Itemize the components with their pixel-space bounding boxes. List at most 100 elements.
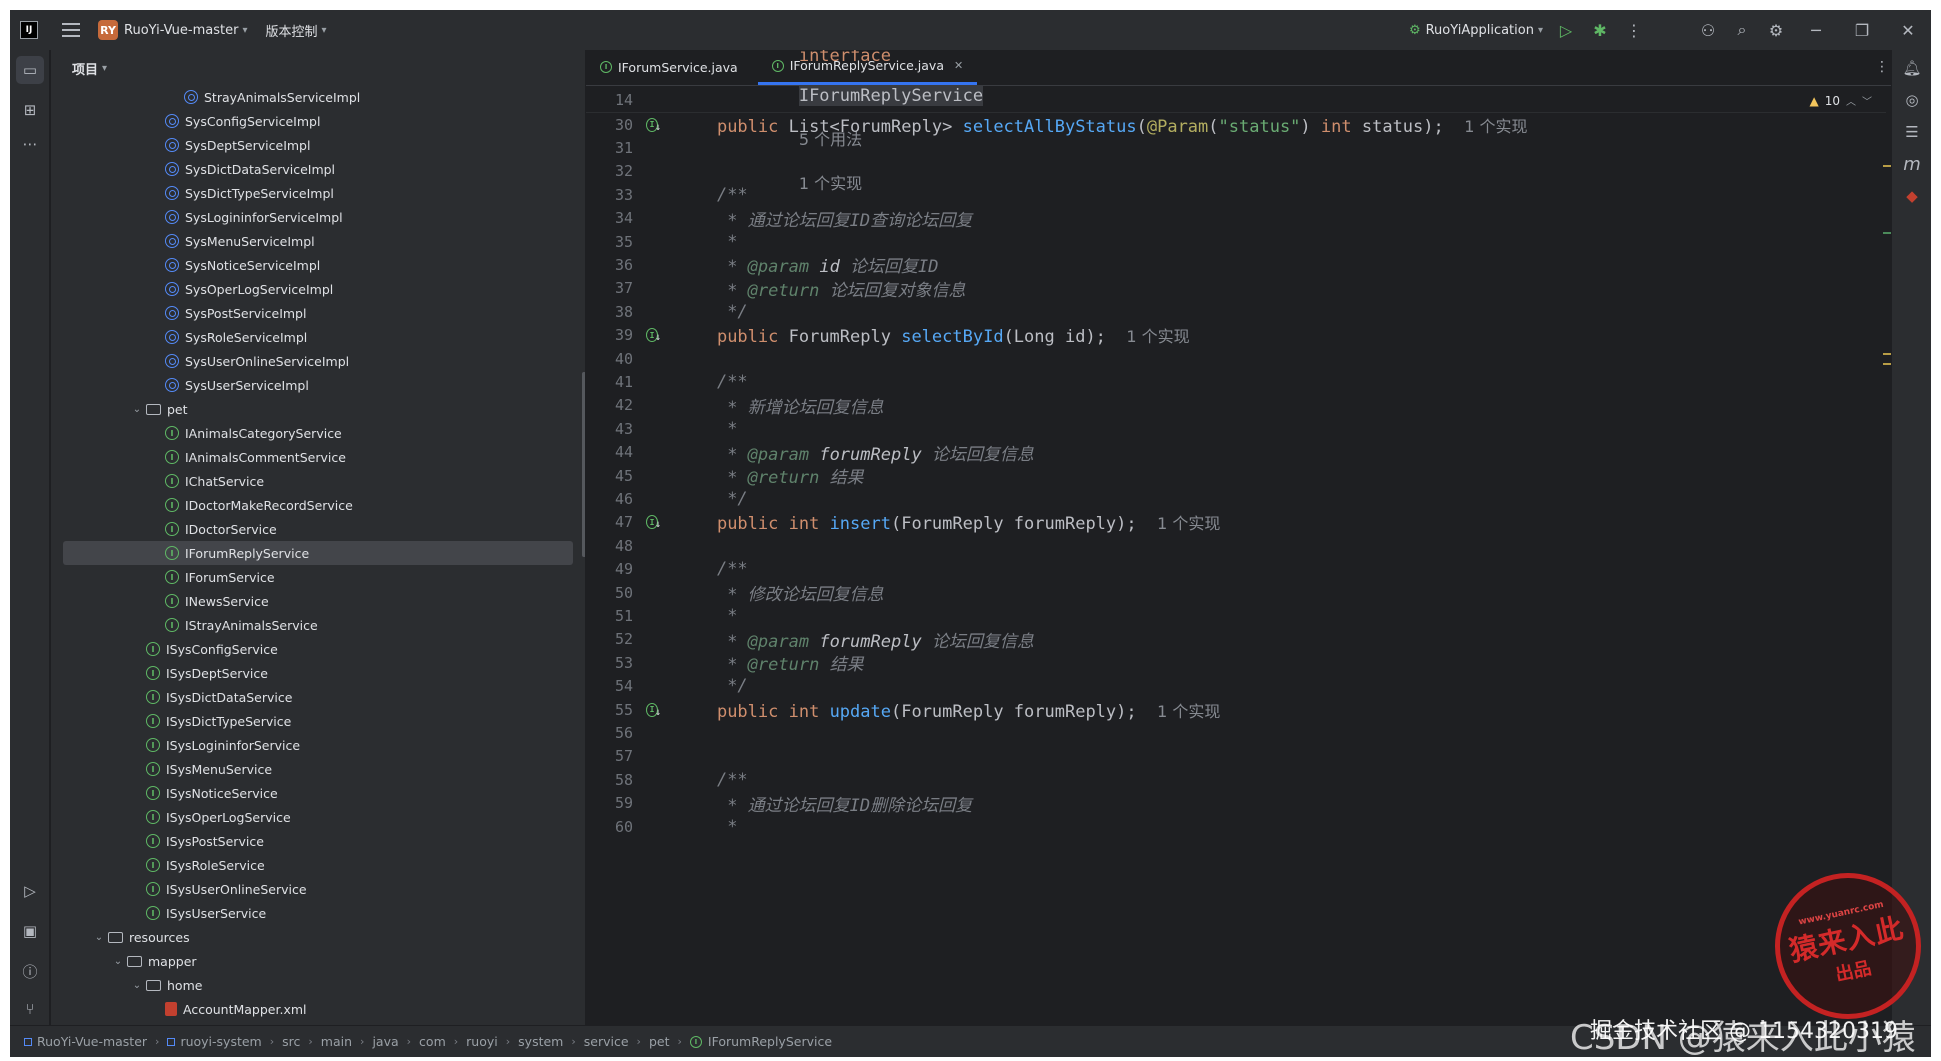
tree-row[interactable]: SysMenuServiceImpl bbox=[51, 229, 585, 253]
maven-icon[interactable]: m bbox=[1900, 152, 1924, 176]
structure-icon[interactable]: ⊞ bbox=[16, 96, 44, 124]
tree-row[interactable]: I ISysUserService bbox=[51, 901, 585, 925]
tree-row[interactable]: AccountMapper.xml bbox=[51, 997, 585, 1021]
folder-icon[interactable]: ▭ bbox=[16, 56, 44, 84]
tree-row[interactable]: ⌄ home bbox=[51, 973, 585, 997]
database-icon[interactable]: ☰ bbox=[1900, 120, 1924, 144]
breadcrumb-item[interactable]: java bbox=[372, 1034, 398, 1049]
implementations-hint[interactable]: 1 个实现 bbox=[1464, 117, 1527, 136]
run-config-selector[interactable]: ⚙ RuoYiApplication ▾ bbox=[1403, 10, 1549, 50]
sticky-header[interactable]: 14 public interface IForumReplyService 5… bbox=[586, 50, 1886, 193]
tree-row[interactable]: I ISysRoleService bbox=[51, 853, 585, 877]
tree-row[interactable]: SysUserServiceImpl bbox=[51, 373, 585, 397]
tree-row[interactable]: I IDoctorService bbox=[51, 517, 585, 541]
tree-row[interactable]: I IAnimalsCommentService bbox=[51, 445, 585, 469]
tree-row[interactable]: I IForumReplyService bbox=[63, 541, 573, 565]
main-menu-icon[interactable] bbox=[62, 23, 80, 37]
code-token: int bbox=[788, 514, 830, 535]
tree-row[interactable]: SysDictTypeServiceImpl bbox=[51, 181, 585, 205]
chevron-up-icon[interactable]: ︿ bbox=[1846, 93, 1856, 108]
chevron-down-icon[interactable]: ⌄ bbox=[92, 932, 106, 943]
run-tool-icon[interactable]: ▷ bbox=[16, 877, 44, 905]
tree-row[interactable]: I ISysOperLogService bbox=[51, 805, 585, 829]
project-switcher[interactable]: RY RuoYi-Vue-master ▾ bbox=[92, 10, 253, 50]
breadcrumb-item[interactable]: src bbox=[282, 1034, 300, 1049]
tree-row[interactable]: I IStrayAnimalsService bbox=[51, 613, 585, 637]
close-icon[interactable]: ✕ bbox=[1885, 10, 1931, 50]
tree-row[interactable]: I ISysLogininforService bbox=[51, 733, 585, 757]
breadcrumb-item[interactable]: service bbox=[584, 1034, 629, 1049]
tree-row[interactable]: SysRoleServiceImpl bbox=[51, 325, 585, 349]
vcs-menu[interactable]: 版本控制 ▾ bbox=[259, 10, 332, 50]
inspection-widget[interactable]: ▲ 10 ︿ ﹀ bbox=[1809, 93, 1872, 109]
chevron-down-icon[interactable]: ﹀ bbox=[1862, 93, 1872, 108]
implementations-hint[interactable]: 1 个实现 bbox=[1126, 327, 1189, 346]
notifications-icon[interactable]: 🔔︎ bbox=[1900, 56, 1924, 80]
project-panel-header[interactable]: 项目 ▾ bbox=[51, 50, 585, 86]
settings-icon[interactable]: ⚙ bbox=[1759, 10, 1793, 50]
tree-row[interactable]: I ISysDictDataService bbox=[51, 685, 585, 709]
tree-row[interactable]: I IForumService bbox=[51, 565, 585, 589]
breadcrumb-item[interactable]: RuoYi-Vue-master bbox=[24, 1034, 147, 1049]
tree-row[interactable]: SysDeptServiceImpl bbox=[51, 133, 585, 157]
tree-row[interactable]: SysConfigServiceImpl bbox=[51, 109, 585, 133]
tree-row[interactable]: I IAnimalsCategoryService bbox=[51, 421, 585, 445]
tree-row[interactable]: I ISysConfigService bbox=[51, 637, 585, 661]
run-icon[interactable]: ▷ bbox=[1549, 10, 1583, 50]
tree-row[interactable]: I ISysNoticeService bbox=[51, 781, 585, 805]
tree-row[interactable]: I ISysMenuService bbox=[51, 757, 585, 781]
breadcrumb-item[interactable]: com bbox=[419, 1034, 446, 1049]
breadcrumb-item[interactable]: system bbox=[518, 1034, 563, 1049]
more-icon[interactable]: ⋯ bbox=[16, 130, 44, 158]
tree-row[interactable]: I ISysPostService bbox=[51, 829, 585, 853]
tree-row[interactable]: I INewsService bbox=[51, 589, 585, 613]
minimize-icon[interactable]: ─ bbox=[1793, 10, 1839, 50]
breadcrumb-item[interactable]: ruoyi-system bbox=[167, 1034, 262, 1049]
git-icon[interactable]: ⑂ bbox=[16, 995, 44, 1023]
tree-row[interactable]: SysDictDataServiceImpl bbox=[51, 157, 585, 181]
intellij-logo-icon[interactable]: IJ bbox=[20, 21, 38, 39]
breadcrumb-item[interactable]: main bbox=[321, 1034, 352, 1049]
tree-row[interactable]: SysOperLogServiceImpl bbox=[51, 277, 585, 301]
breadcrumb-item[interactable]: I IForumReplyService bbox=[689, 1034, 832, 1049]
implemented-gutter-icon[interactable]: I ↓ bbox=[646, 513, 664, 531]
tree-row[interactable]: I ISysDictTypeService bbox=[51, 709, 585, 733]
tree-row[interactable]: SysNoticeServiceImpl bbox=[51, 253, 585, 277]
tree-row[interactable]: ⌄ pet bbox=[51, 397, 585, 421]
line-code: * 修改论坛回复信息 bbox=[676, 580, 883, 605]
chevron-down-icon[interactable]: ⌄ bbox=[130, 404, 144, 415]
implementations-hint[interactable]: 1 个实现 bbox=[1157, 514, 1220, 533]
tree-row[interactable]: I ISysUserOnlineService bbox=[51, 877, 585, 901]
more-icon[interactable]: ⋮ bbox=[1875, 59, 1889, 75]
plugin-icon[interactable]: ◆ bbox=[1900, 184, 1924, 208]
code-area[interactable]: 14 public interface IForumReplyService 5… bbox=[586, 50, 1901, 1025]
tree-row[interactable]: I ISysDeptService bbox=[51, 661, 585, 685]
chevron-down-icon[interactable]: ⌄ bbox=[130, 980, 144, 991]
tree-row[interactable]: SysLogininforServiceImpl bbox=[51, 205, 585, 229]
maximize-icon[interactable]: ❐ bbox=[1839, 10, 1885, 50]
implemented-gutter-icon[interactable]: I ↓ bbox=[646, 326, 664, 344]
tree-row[interactable]: I IChatService bbox=[51, 469, 585, 493]
tree-row[interactable]: SysUserOnlineServiceImpl bbox=[51, 349, 585, 373]
breadcrumb-item[interactable]: pet bbox=[649, 1034, 670, 1049]
tree-row[interactable]: I IDoctorMakeRecordService bbox=[51, 493, 585, 517]
tree-row[interactable]: ⌄ mapper bbox=[51, 949, 585, 973]
search-icon[interactable]: ⌕ bbox=[1725, 10, 1759, 50]
tree-row[interactable]: ⌄ resources bbox=[51, 925, 585, 949]
terminal-icon[interactable]: ▣ bbox=[16, 917, 44, 945]
implemented-gutter-icon[interactable]: I ↓ bbox=[646, 116, 664, 134]
code-token: int bbox=[788, 701, 830, 722]
implementations-hint[interactable]: 1 个实现 bbox=[1157, 702, 1220, 721]
tree-row[interactable]: SysPostServiceImpl bbox=[51, 301, 585, 325]
chevron-down-icon[interactable]: ⌄ bbox=[111, 956, 125, 967]
problems-icon[interactable]: ⓘ bbox=[16, 957, 44, 985]
implemented-gutter-icon[interactable]: I ↓ bbox=[646, 701, 664, 719]
tree-row[interactable]: StrayAnimalsServiceImpl bbox=[51, 85, 585, 109]
project-scrollbar[interactable] bbox=[582, 372, 585, 557]
debug-icon[interactable]: ✱ bbox=[1583, 10, 1617, 50]
more-icon[interactable]: ⋮ bbox=[1617, 10, 1651, 50]
line-code: public int update(ForumReply forumReply)… bbox=[676, 698, 1220, 722]
breadcrumb-item[interactable]: ruoyi bbox=[466, 1034, 498, 1049]
account-icon[interactable]: ⚇ bbox=[1691, 10, 1725, 50]
ai-assistant-icon[interactable]: ◎ bbox=[1900, 88, 1924, 112]
